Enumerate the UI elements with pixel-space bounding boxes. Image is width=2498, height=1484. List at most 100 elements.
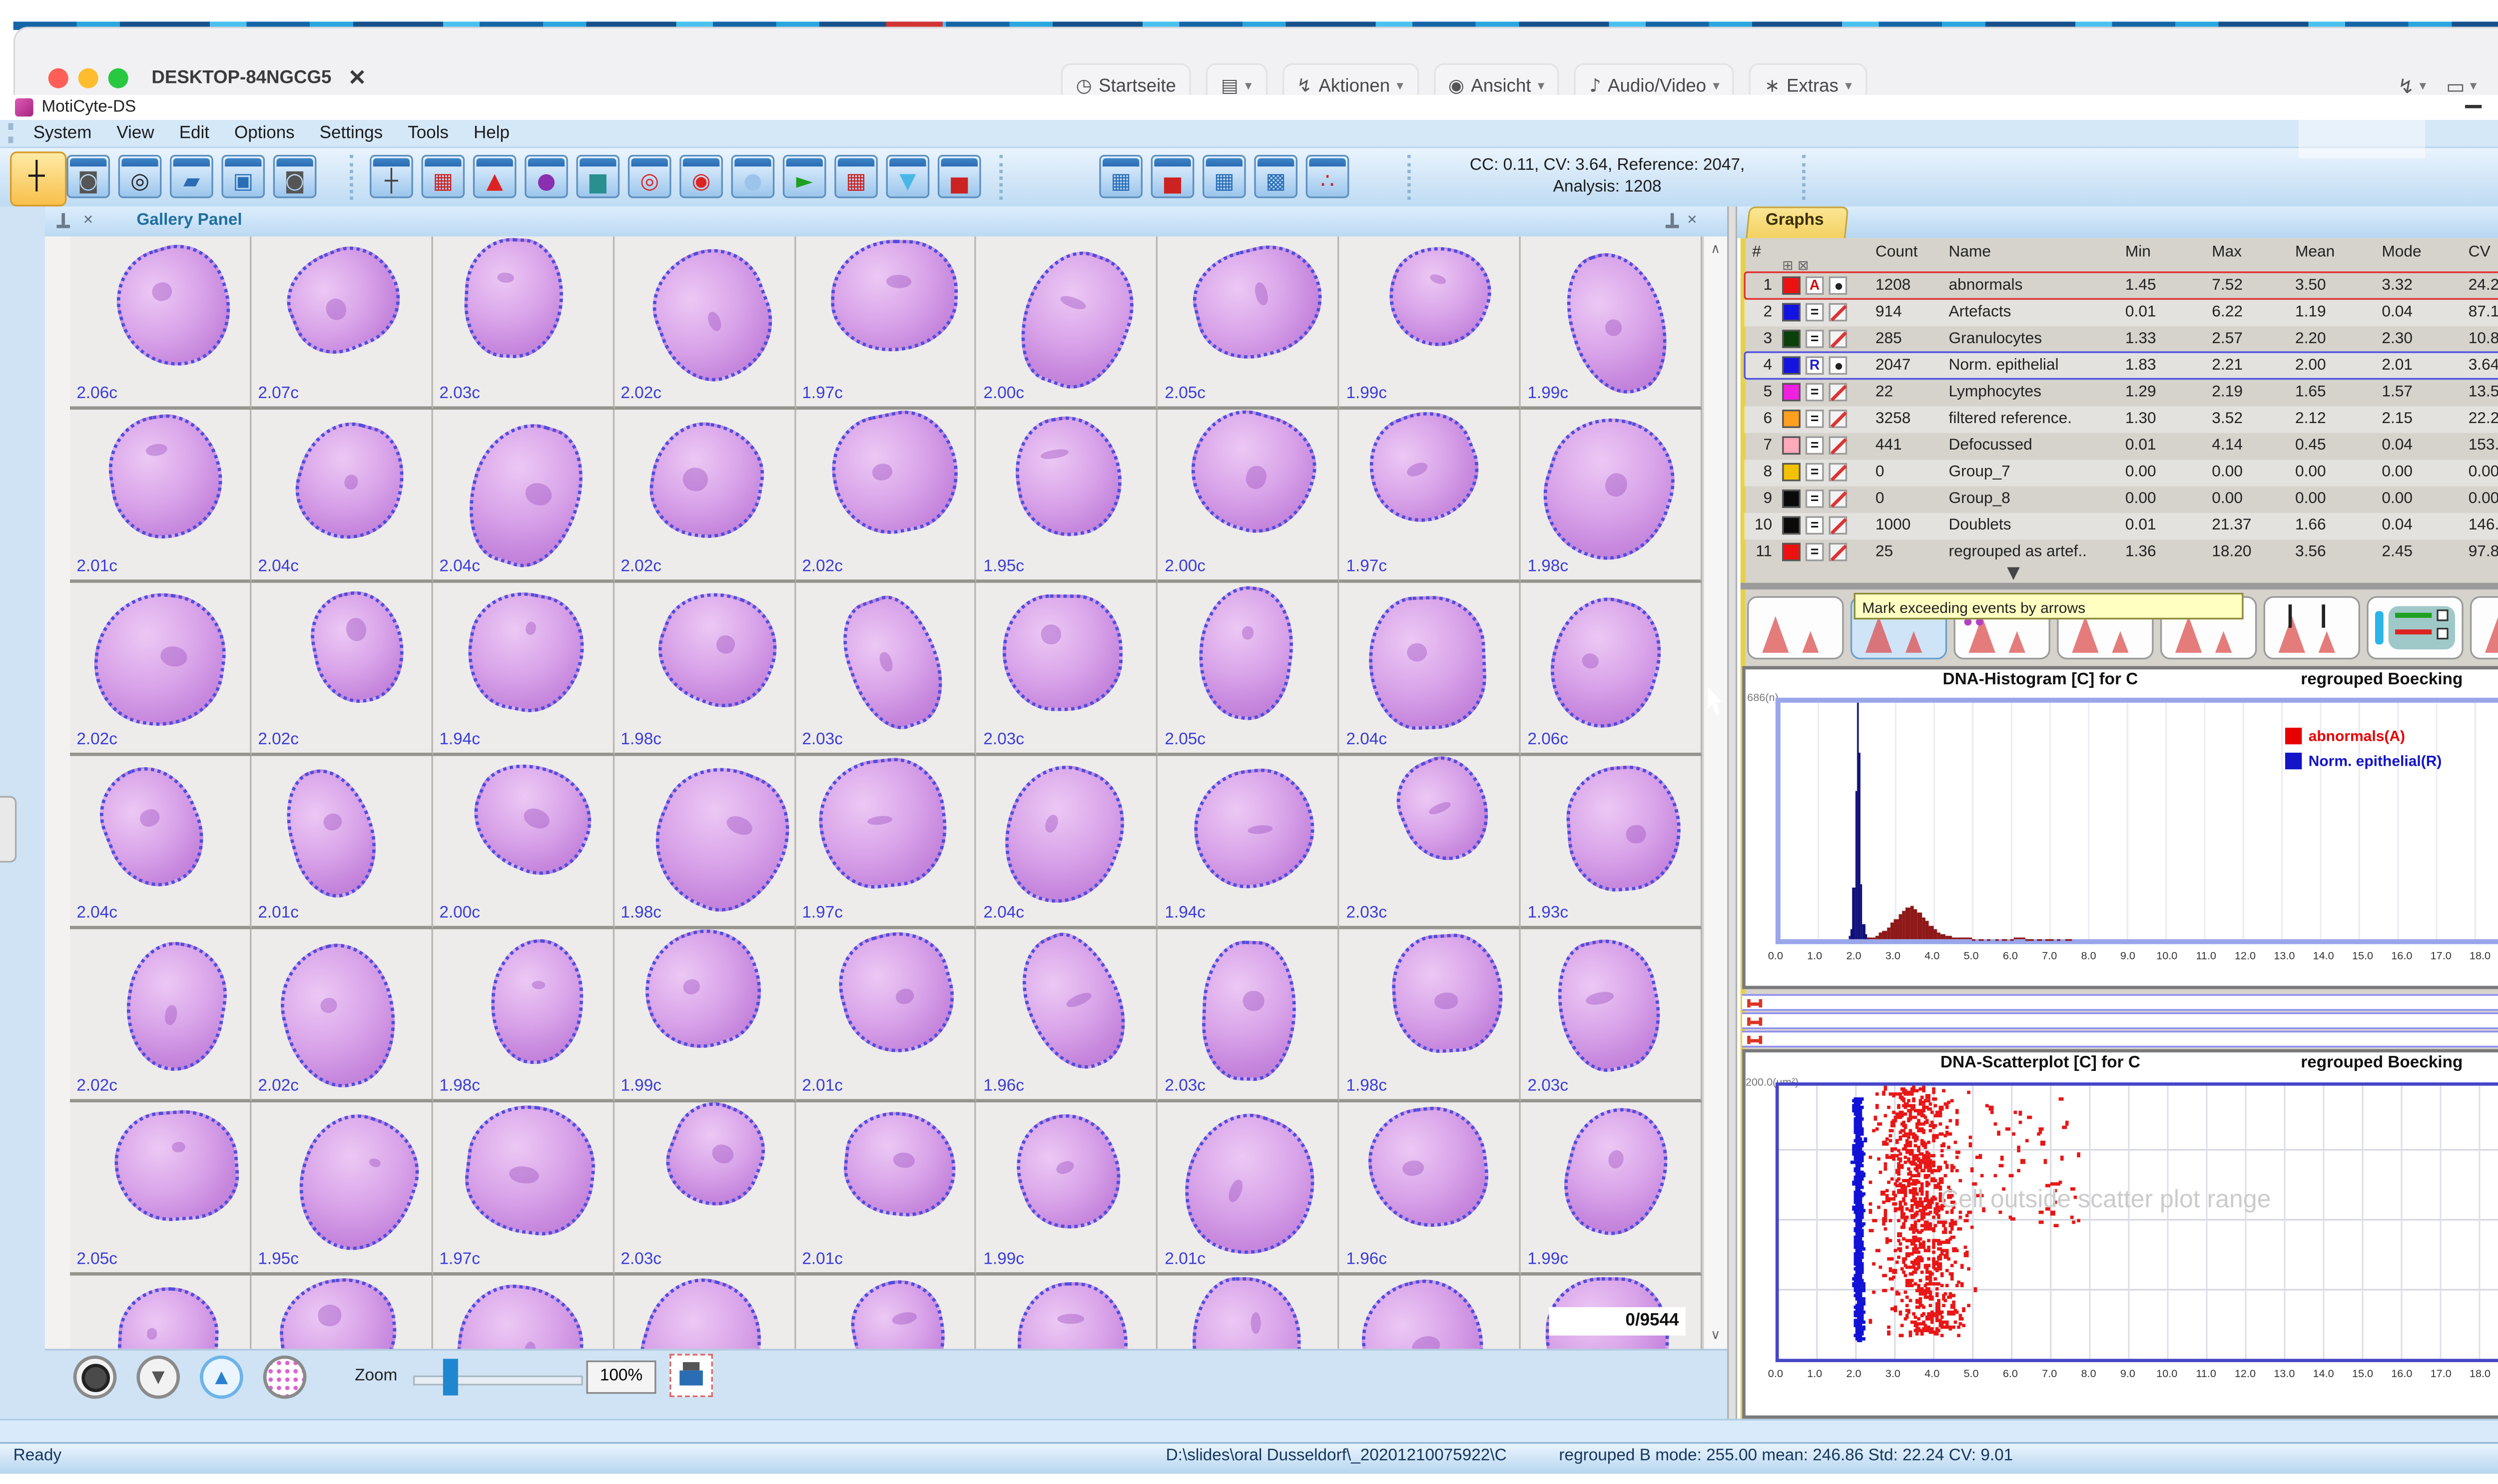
- class-letter-badge[interactable]: =: [1806, 516, 1824, 534]
- gallery-cell[interactable]: 2.06c: [70, 236, 251, 410]
- class-visibility-eye-off-icon[interactable]: [1829, 463, 1848, 482]
- class-color-swatch[interactable]: [1782, 516, 1801, 534]
- gallery-cell[interactable]: 1.97c: [433, 1102, 614, 1276]
- open-folder-icon[interactable]: ▰: [170, 155, 213, 198]
- move-icon[interactable]: ┼: [370, 155, 413, 198]
- table-row[interactable]: 3=285Granulocytes1.332.572.202.3010.89: [1742, 326, 2498, 353]
- table-row[interactable]: 9=0Group_80.000.000.000.000.00: [1742, 486, 2498, 512]
- gallery-cell[interactable]: 1.93c: [1521, 756, 1702, 930]
- button-baseline-settings[interactable]: [2367, 596, 2463, 660]
- class-letter-badge[interactable]: =: [1806, 543, 1824, 561]
- data-table-icon[interactable]: ▩: [1254, 155, 1297, 198]
- remote-tab-close-icon[interactable]: ✕: [348, 65, 366, 91]
- histogram-report-icon[interactable]: ▅: [1151, 155, 1195, 198]
- left-dock-handle[interactable]: [0, 796, 16, 863]
- gallery-cell[interactable]: 1.95c: [251, 1102, 433, 1276]
- gallery-cell[interactable]: 2.03c: [614, 1102, 795, 1276]
- gallery-cell[interactable]: 1.96c: [977, 929, 1158, 1102]
- class-letter-badge[interactable]: =: [1806, 490, 1824, 508]
- class-letter-badge[interactable]: =: [1806, 383, 1824, 402]
- grid-window-icon[interactable]: ▦: [834, 155, 878, 198]
- circle-window-alt-icon[interactable]: ◉: [679, 155, 723, 198]
- camera-icon[interactable]: ◙: [66, 155, 110, 198]
- cross-grid-icon[interactable]: ⊠: [1798, 258, 1809, 273]
- zoom-slider-handle[interactable]: [443, 1359, 458, 1395]
- class-color-swatch[interactable]: [1782, 410, 1801, 428]
- class-color-swatch[interactable]: [1782, 303, 1801, 322]
- gallery-cell[interactable]: [977, 1276, 1158, 1349]
- gallery-cell[interactable]: 1.95c: [977, 410, 1158, 583]
- gallery-cell[interactable]: 1.99c: [977, 1102, 1158, 1276]
- class-letter-badge[interactable]: =: [1806, 436, 1824, 455]
- menu-tools[interactable]: Tools: [408, 123, 449, 143]
- window-minimize-button[interactable]: [2465, 105, 2482, 108]
- gallery-cell[interactable]: 1.97c: [795, 756, 977, 930]
- gallery-cell[interactable]: 2.02c: [614, 236, 795, 410]
- menu-system[interactable]: System: [33, 123, 92, 143]
- menu-options[interactable]: Options: [234, 123, 295, 143]
- gallery-cell[interactable]: 2.03c: [977, 583, 1158, 756]
- gallery-cell[interactable]: [614, 1276, 795, 1349]
- gallery-cell[interactable]: 1.99c: [1521, 1102, 1702, 1276]
- gallery-cell[interactable]: 2.01c: [795, 1102, 977, 1276]
- button-delete-histogram[interactable]: ✕: [2470, 596, 2498, 660]
- table-row[interactable]: 7=441Defocussed0.014.140.450.04153.98: [1742, 433, 2498, 460]
- gallery-cell[interactable]: 2.00c: [977, 236, 1158, 410]
- table-row[interactable]: 10=1000Doublets0.0121.371.660.04146.37: [1742, 513, 2498, 539]
- gallery-cell[interactable]: 2.04c: [977, 756, 1158, 930]
- range-indicator-row[interactable]: [1742, 994, 2498, 1010]
- gallery-cell[interactable]: [433, 1276, 614, 1349]
- gallery-cell[interactable]: [1158, 1276, 1339, 1349]
- gallery-cell[interactable]: 1.94c: [433, 583, 614, 756]
- class-visibility-eye-off-icon[interactable]: [1829, 383, 1848, 402]
- gallery-cell[interactable]: 2.02c: [251, 583, 433, 756]
- class-visibility-eye-off-icon[interactable]: [1829, 303, 1848, 322]
- peak-marker-icon[interactable]: ▲: [473, 155, 517, 198]
- class-letter-badge[interactable]: =: [1806, 463, 1824, 482]
- gallery-cell[interactable]: [251, 1276, 433, 1349]
- mac-zoom-button[interactable]: [108, 68, 128, 88]
- menu-edit[interactable]: Edit: [179, 123, 209, 143]
- gallery-cell[interactable]: 1.94c: [1158, 756, 1339, 930]
- chart-window-icon[interactable]: ▅: [938, 155, 981, 198]
- gallery-cell[interactable]: 2.04c: [433, 410, 614, 583]
- class-letter-badge[interactable]: =: [1806, 410, 1824, 428]
- ellipse-marker-icon[interactable]: ●: [525, 155, 568, 198]
- gallery-cell[interactable]: 2.02c: [614, 410, 795, 583]
- gallery-cell[interactable]: 2.04c: [70, 756, 251, 930]
- gallery-cell[interactable]: 2.05c: [70, 1102, 251, 1276]
- target-icon[interactable]: ◎: [118, 155, 162, 198]
- pan-tool-icon[interactable]: ┼: [15, 155, 58, 198]
- gallery-close-icon[interactable]: ×: [83, 211, 93, 230]
- snapshot-icon[interactable]: ◙: [273, 155, 317, 198]
- gallery-cell[interactable]: 2.04c: [251, 410, 433, 583]
- image-window-icon[interactable]: ▆: [576, 155, 620, 198]
- sort-descending-button[interactable]: ▼: [136, 1356, 180, 1399]
- gallery-cell[interactable]: 2.05c: [1158, 236, 1339, 410]
- gallery-cell[interactable]: 2.01c: [795, 929, 977, 1102]
- class-letter-badge[interactable]: =: [1806, 330, 1824, 348]
- gallery-grid[interactable]: 2.06c2.07c2.03c2.02c1.97c2.00c2.05c1.99c…: [70, 236, 1702, 1349]
- class-letter-badge[interactable]: =: [1806, 303, 1824, 322]
- circle-window-icon[interactable]: ◎: [628, 155, 671, 198]
- gallery-cell[interactable]: 2.00c: [433, 756, 614, 930]
- print-gallery-icon[interactable]: [669, 1354, 713, 1397]
- class-color-swatch[interactable]: [1782, 436, 1801, 455]
- gallery-cell[interactable]: 1.96c: [1339, 1102, 1521, 1276]
- gallery-cell[interactable]: 2.02c: [70, 583, 251, 756]
- gallery-cell[interactable]: 2.03c: [1521, 929, 1702, 1102]
- class-color-swatch[interactable]: [1782, 463, 1801, 482]
- grid-icon[interactable]: ⊞: [1782, 258, 1793, 273]
- button-histogram-range[interactable]: [1747, 596, 1844, 660]
- gallery-cell[interactable]: 2.03c: [1158, 929, 1339, 1102]
- gallery-cell[interactable]: 2.03c: [795, 583, 977, 756]
- mac-close-button[interactable]: [48, 68, 68, 88]
- filter-100-icon[interactable]: ▼: [886, 155, 930, 198]
- gallery-cell[interactable]: [70, 1276, 251, 1349]
- class-color-swatch[interactable]: [1782, 543, 1801, 561]
- gallery-cell[interactable]: 1.97c: [795, 236, 977, 410]
- scatter-window-icon[interactable]: ∴: [1306, 155, 1349, 198]
- scrollbar-down-icon[interactable]: ∨: [1706, 1327, 1726, 1342]
- gallery-cell[interactable]: 2.03c: [1339, 756, 1521, 930]
- class-visibility-eye-off-icon[interactable]: [1829, 330, 1848, 348]
